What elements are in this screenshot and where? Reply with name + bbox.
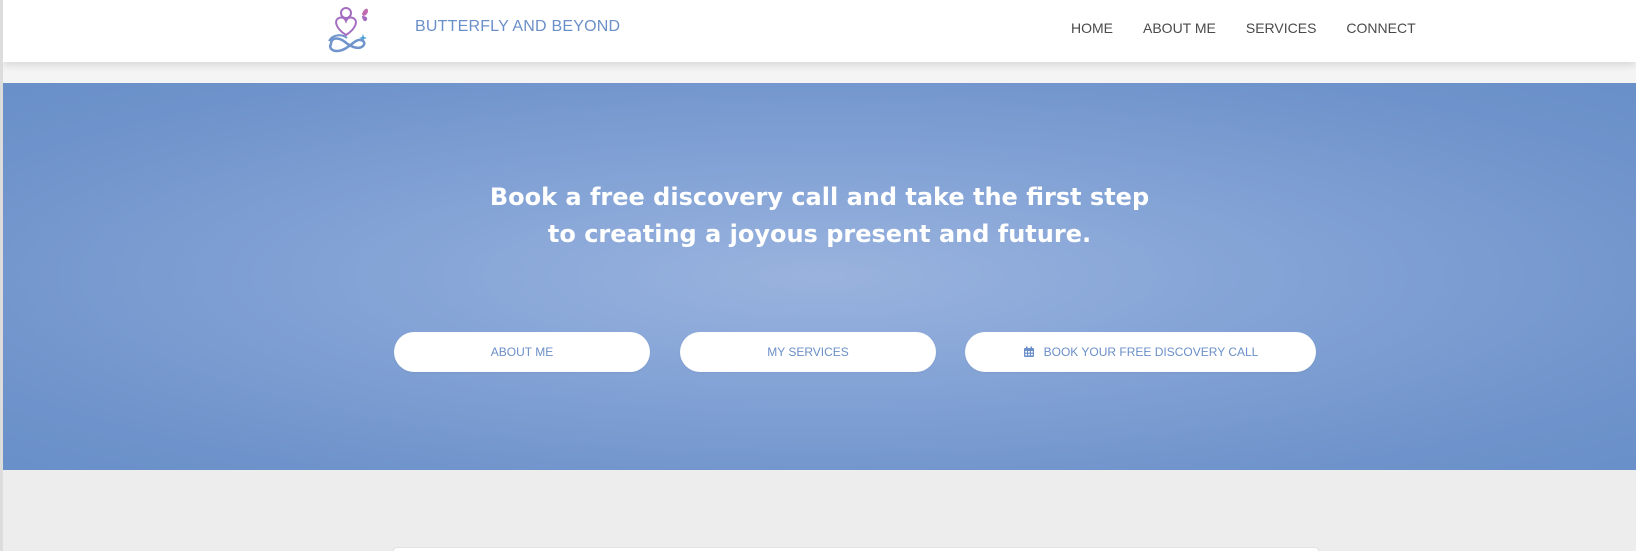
book-discovery-call-label: BOOK YOUR FREE DISCOVERY CALL: [1043, 345, 1259, 359]
hero-title-line-2: to creating a joyous present and future.: [547, 220, 1092, 248]
main-nav: HOME ABOUT ME SERVICES CONNECT: [1071, 20, 1416, 36]
header-spacer: [3, 62, 1636, 83]
my-services-button-label: MY SERVICES: [767, 345, 849, 359]
page: BUTTERFLY AND BEYOND HOME ABOUT ME SERVI…: [0, 0, 1636, 551]
nav-about-me[interactable]: ABOUT ME: [1143, 20, 1216, 36]
site-header: BUTTERFLY AND BEYOND HOME ABOUT ME SERVI…: [3, 0, 1636, 62]
nav-home[interactable]: HOME: [1071, 20, 1113, 36]
butterfly-logo-icon[interactable]: [325, 4, 379, 56]
hero-title-line-1: Book a free discovery call and take the …: [489, 183, 1150, 211]
about-me-button[interactable]: ABOUT ME: [394, 332, 650, 372]
calendar-icon: [1023, 346, 1035, 358]
nav-connect[interactable]: CONNECT: [1346, 20, 1415, 36]
content-section: [3, 470, 1636, 551]
content-card: [393, 547, 1319, 551]
about-me-button-label: ABOUT ME: [490, 345, 554, 359]
hero-section: Book a free discovery call and take the …: [3, 83, 1636, 470]
brand-name[interactable]: BUTTERFLY AND BEYOND: [415, 18, 620, 36]
my-services-button[interactable]: MY SERVICES: [680, 332, 936, 372]
window-edge: [0, 0, 3, 551]
book-discovery-call-button[interactable]: BOOK YOUR FREE DISCOVERY CALL: [965, 332, 1316, 372]
hero-title: Book a free discovery call and take the …: [3, 179, 1636, 253]
nav-services[interactable]: SERVICES: [1246, 20, 1317, 36]
